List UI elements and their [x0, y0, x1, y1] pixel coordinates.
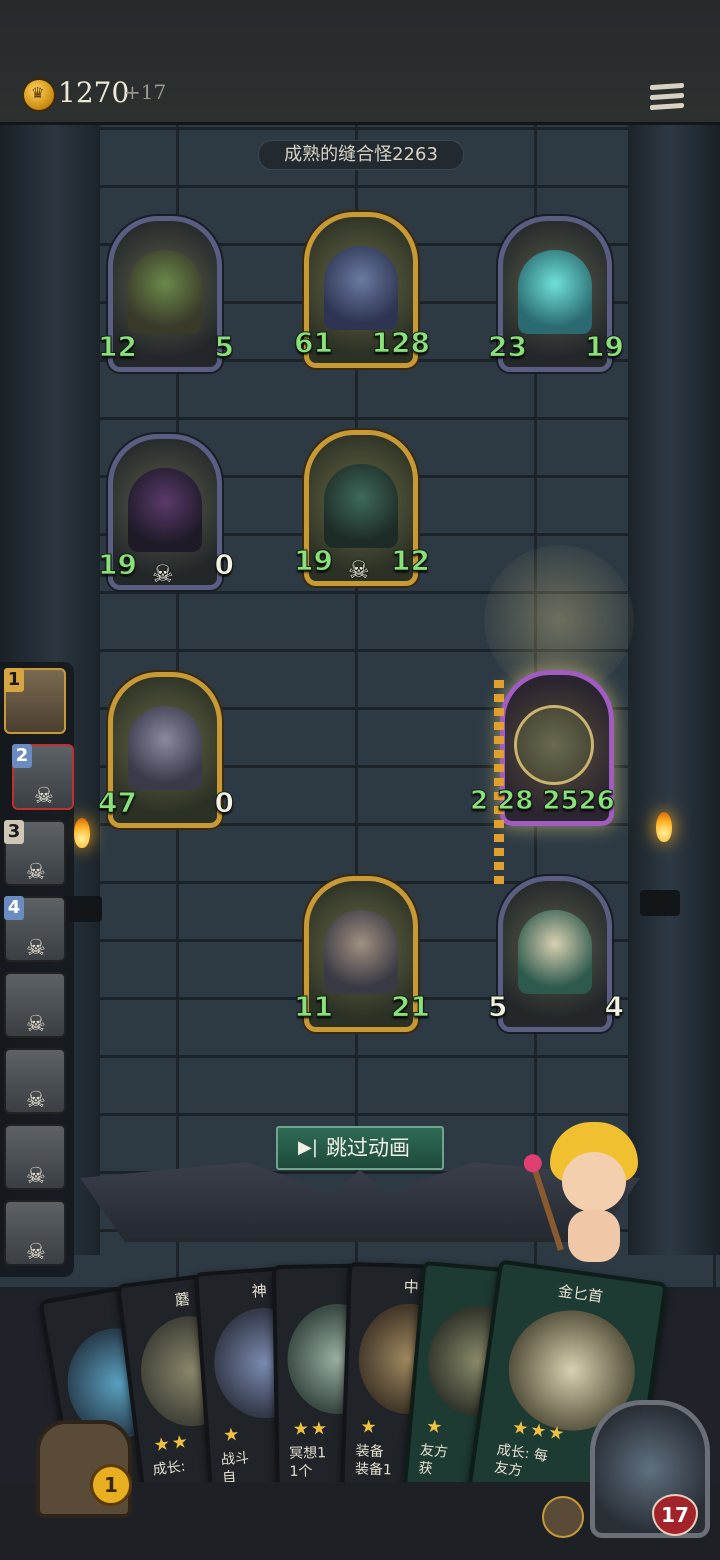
card-name: 金匕首: [556, 1281, 605, 1306]
menu-button[interactable]: [650, 82, 684, 116]
slot-number: 2: [12, 744, 32, 768]
dragon-portrait: [128, 706, 202, 790]
hamburger-icon: [650, 82, 684, 91]
torch-holder-right: [640, 890, 680, 916]
attack-stat: 12: [98, 330, 137, 368]
roster-slot[interactable]: ☠: [4, 972, 66, 1038]
ghost-portrait: [518, 250, 592, 334]
hero-character[interactable]: [530, 1122, 644, 1272]
skull-icon: ☠: [26, 1164, 46, 1189]
skull-icon: ☠: [26, 1088, 46, 1113]
health-stat: 5: [195, 330, 235, 368]
skull-icon: ☠: [26, 1012, 46, 1037]
attack-stat: 11: [294, 990, 333, 1028]
torch-flame-icon: [74, 818, 90, 848]
roster-slot[interactable]: 4 ☠: [4, 896, 66, 962]
treasure-chest-button[interactable]: 1: [8, 1400, 148, 1520]
roster-slot[interactable]: 2 ☠: [12, 744, 74, 810]
unit-goblin-shaman[interactable]: 12 5: [98, 216, 235, 372]
skull-icon: ☠: [348, 556, 370, 584]
skip-forward-icon: ▶|: [298, 1137, 318, 1158]
skull-icon: ☠: [34, 784, 54, 809]
mimic-portrait: [324, 464, 398, 548]
slot-number: 1: [4, 668, 24, 692]
attack-stat: 61: [294, 326, 333, 364]
roster-slot[interactable]: ☠: [4, 1200, 66, 1266]
coin-amount: 1270: [58, 76, 130, 109]
hero-body: [568, 1210, 620, 1262]
gold-coin-icon: [22, 78, 56, 112]
unit-owl-beast[interactable]: 11 21: [294, 876, 430, 1032]
roster-slot[interactable]: ☠: [4, 1124, 66, 1190]
unit-dragon[interactable]: 47 0: [98, 672, 235, 828]
unit-witch-doctor[interactable]: 61 128: [294, 212, 431, 368]
attack-stat: 47: [98, 786, 137, 824]
health-stat: 0: [195, 548, 235, 586]
goblin-portrait: [128, 250, 202, 334]
bat-coin-icon: [514, 705, 594, 785]
equipment-slot-icon[interactable]: [542, 1496, 584, 1538]
attack-stat: 5: [487, 990, 527, 1028]
chest-count-badge: 1: [90, 1464, 132, 1506]
attack-stat: 19: [294, 544, 333, 582]
health-stat: 4: [585, 990, 625, 1028]
slot-number: 4: [4, 896, 24, 920]
unit-priestess[interactable]: 5 4: [487, 876, 625, 1032]
coin-gain: +17: [124, 80, 167, 104]
chain-link-icon: [494, 680, 504, 890]
star-rating-icon: ★★: [292, 1418, 330, 1440]
attack-damage-numbers: 2 28 2526: [470, 786, 616, 817]
witch-portrait: [324, 246, 398, 330]
attack-stat: 19: [98, 548, 137, 586]
roster-slot[interactable]: ☠: [4, 1048, 66, 1114]
hero-face: [562, 1152, 626, 1212]
turn-order-roster: 1 2 ☠ 3 ☠ 4 ☠ ☠ ☠ ☠ ☠: [0, 662, 74, 1277]
skull-icon: ☠: [152, 560, 174, 588]
health-stat: 19: [585, 330, 624, 368]
health-stat: 0: [195, 786, 235, 824]
enemy-title: 成熟的缝合怪2263: [258, 140, 464, 170]
attack-stat: 23: [488, 330, 527, 368]
right-pillar: [628, 125, 720, 1255]
health-stat: 128: [371, 326, 431, 364]
top-bar: 1270 +17: [0, 0, 720, 125]
star-rating-icon: ★: [360, 1416, 379, 1438]
star-rating-icon: ★: [222, 1423, 243, 1447]
unit-mimic-chest[interactable]: ☠ 19 12: [294, 430, 430, 586]
owl-portrait: [324, 910, 398, 994]
roster-slot[interactable]: 3 ☠: [4, 820, 66, 886]
health-stat: 12: [391, 544, 430, 582]
priestess-portrait: [518, 910, 592, 994]
torch-flame-icon: [656, 812, 672, 842]
unit-ghost-warrior[interactable]: 23 19: [488, 216, 624, 372]
skull-icon: ☠: [26, 860, 46, 885]
knight-portrait: [128, 468, 202, 552]
skull-icon: ☠: [26, 936, 46, 961]
roster-slot[interactable]: 1: [4, 668, 66, 734]
star-rating-icon: ★★: [152, 1430, 192, 1457]
health-stat: 21: [391, 990, 430, 1028]
unit-dark-knight[interactable]: ☠ 19 0: [98, 434, 235, 590]
star-rating-icon: ★: [425, 1415, 446, 1439]
slot-number: 3: [4, 820, 24, 844]
skip-animation-button[interactable]: ▶| 跳过动画: [276, 1126, 444, 1170]
skip-animation-label: 跳过动画: [326, 1136, 410, 1160]
